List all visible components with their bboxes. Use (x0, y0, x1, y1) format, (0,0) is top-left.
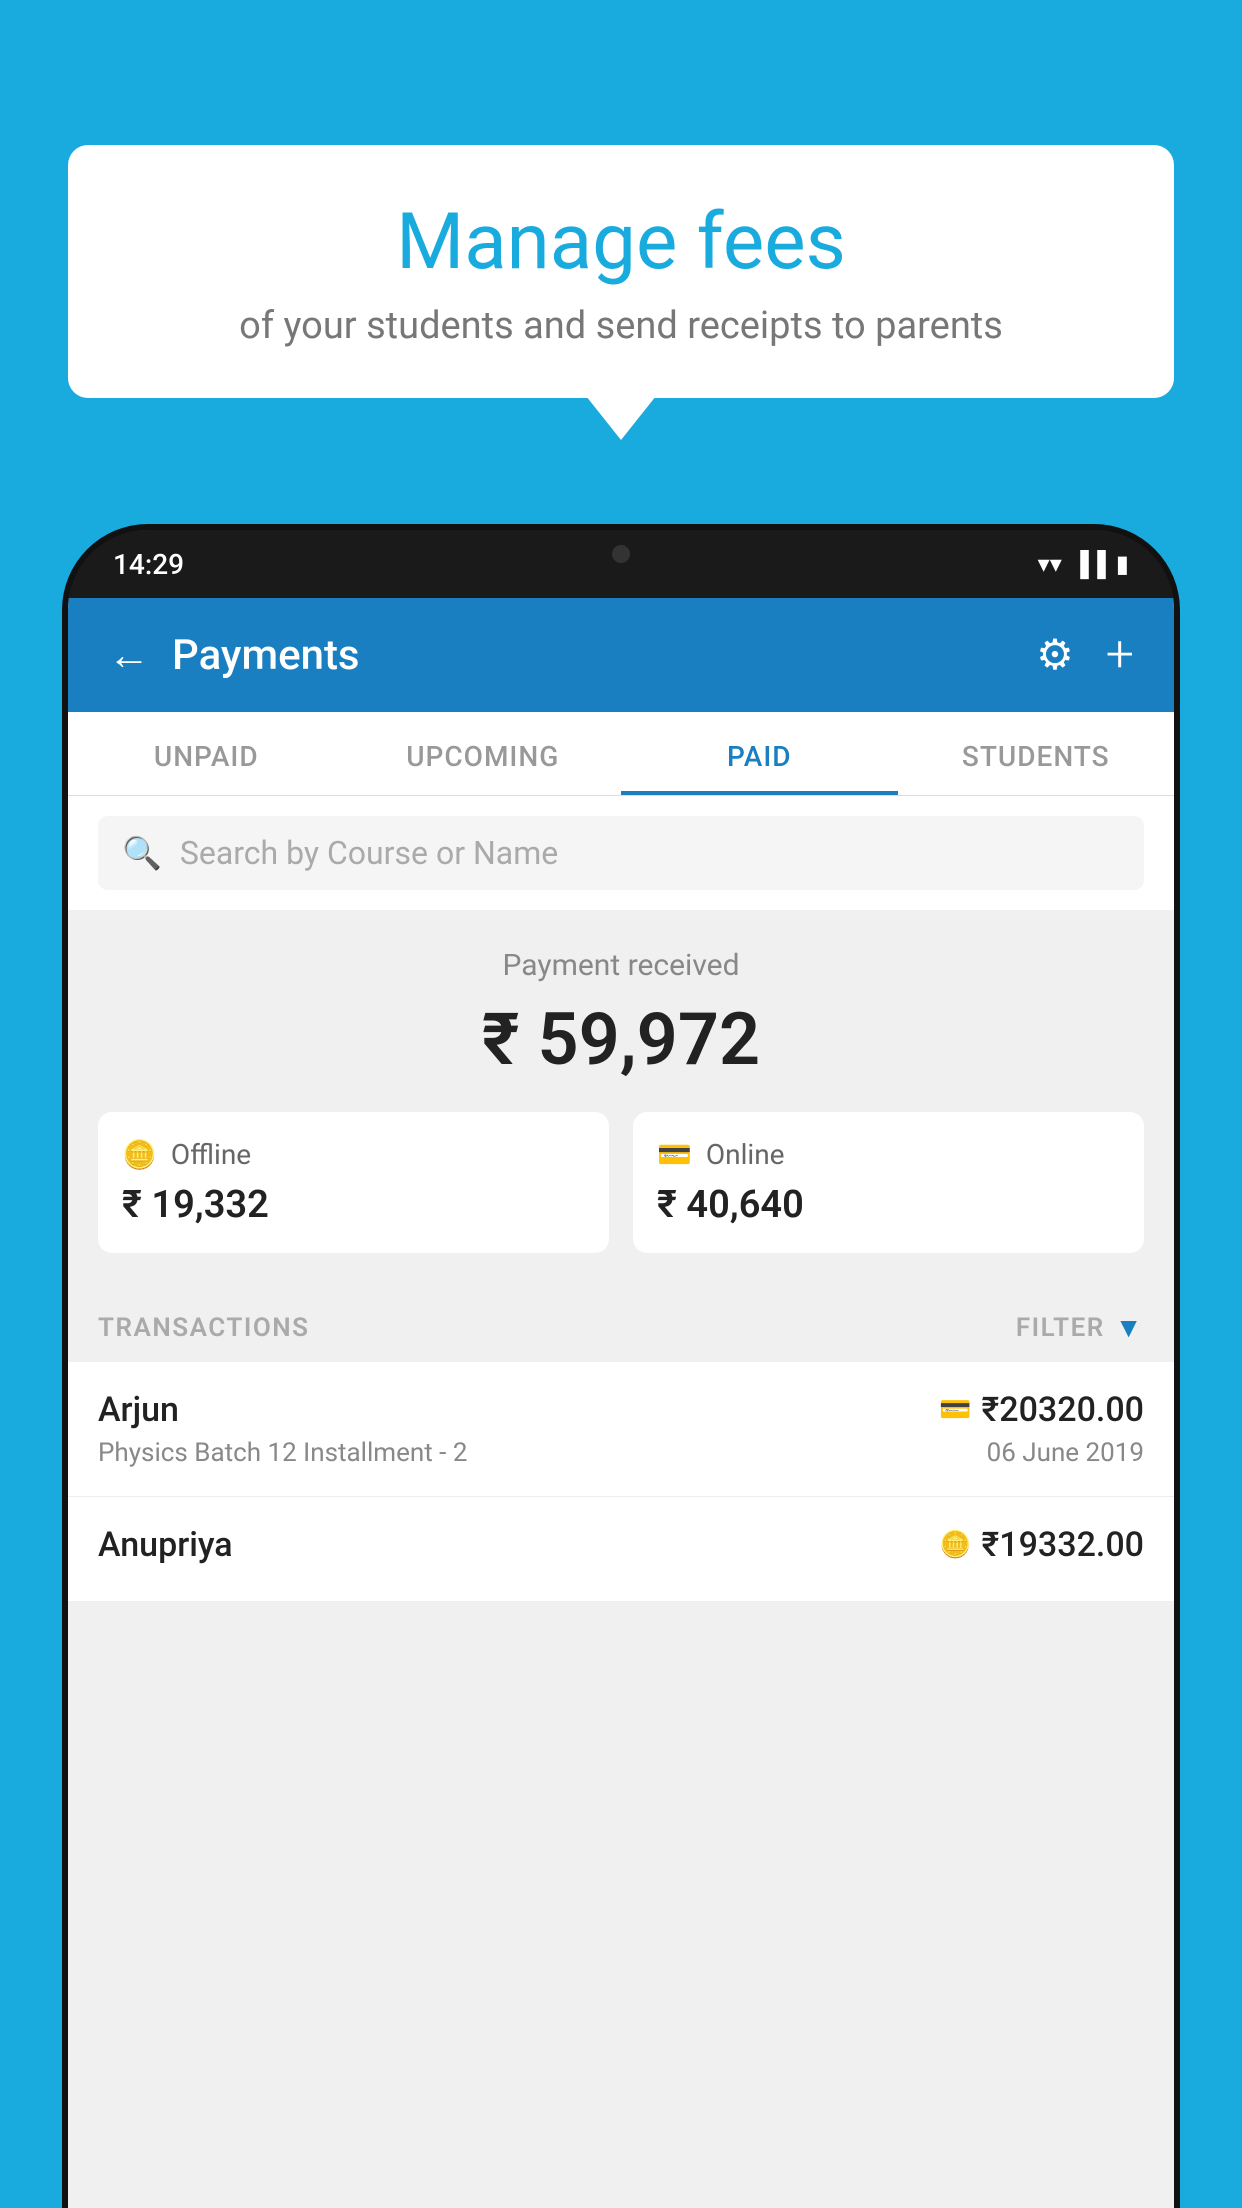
page-title: Payments (172, 631, 360, 680)
transactions-label: TRANSACTIONS (98, 1313, 310, 1343)
transaction-row[interactable]: Anupriya 🪙 ₹19332.00 (68, 1497, 1174, 1602)
offline-label: Offline (171, 1138, 251, 1171)
add-button[interactable]: + (1106, 626, 1134, 684)
offline-card: 🪙 Offline ₹ 19,332 (98, 1112, 609, 1253)
header-right: ⚙ + (1036, 626, 1134, 684)
battery-icon: ▮ (1116, 550, 1129, 578)
wifi-icon: ▾▾ (1038, 550, 1062, 578)
filter-icon: ▼ (1115, 1311, 1144, 1344)
transaction-row[interactable]: Arjun 💳 ₹20320.00 Physics Batch 12 Insta… (68, 1362, 1174, 1497)
card-icon: 💳 (939, 1395, 971, 1425)
course-info: Physics Batch 12 Installment - 2 (98, 1438, 467, 1468)
payment-summary: Payment received ₹ 59,972 🪙 Offline ₹ 19… (68, 910, 1174, 1283)
camera (612, 545, 630, 563)
tab-upcoming[interactable]: UPCOMING (345, 712, 622, 795)
speech-bubble: Manage fees of your students and send re… (68, 145, 1174, 398)
app-header: ← Payments ⚙ + (68, 598, 1174, 712)
settings-icon[interactable]: ⚙ (1036, 630, 1074, 680)
online-card: 💳 Online ₹ 40,640 (633, 1112, 1144, 1253)
transaction-top: Anupriya 🪙 ₹19332.00 (98, 1525, 1144, 1565)
online-amount: ₹ 40,640 (657, 1183, 1120, 1227)
tabs: UNPAID UPCOMING PAID STUDENTS (68, 712, 1174, 796)
notch (551, 530, 691, 578)
filter-button[interactable]: FILTER ▼ (1016, 1311, 1144, 1344)
date-info: 06 June 2019 (987, 1438, 1144, 1468)
tab-students[interactable]: STUDENTS (898, 712, 1175, 795)
offline-card-header: 🪙 Offline (122, 1138, 585, 1171)
transaction-top: Arjun 💳 ₹20320.00 (98, 1390, 1144, 1430)
student-name: Anupriya (98, 1525, 233, 1565)
header-left: ← Payments (108, 631, 360, 680)
online-card-header: 💳 Online (657, 1138, 1120, 1171)
amount-online: 💳 ₹20320.00 (939, 1390, 1144, 1430)
transactions-header: TRANSACTIONS FILTER ▼ (68, 1283, 1174, 1362)
bubble-subtitle: of your students and send receipts to pa… (128, 304, 1114, 348)
search-container: 🔍 Search by Course or Name (68, 796, 1174, 910)
online-label: Online (706, 1138, 785, 1171)
search-icon: 🔍 (122, 834, 162, 872)
search-box[interactable]: 🔍 Search by Course or Name (98, 816, 1144, 890)
total-amount: ₹ 59,972 (98, 997, 1144, 1082)
filter-label: FILTER (1016, 1313, 1105, 1343)
tab-unpaid[interactable]: UNPAID (68, 712, 345, 795)
transaction-amount: ₹20320.00 (982, 1390, 1144, 1430)
student-name: Arjun (98, 1390, 179, 1430)
signal-icon: ▐▐ (1072, 550, 1106, 579)
payment-received-label: Payment received (98, 948, 1144, 983)
search-input[interactable]: Search by Course or Name (180, 834, 558, 872)
offline-amount: ₹ 19,332 (122, 1183, 585, 1227)
status-bar: 14:29 ▾▾ ▐▐ ▮ (68, 530, 1174, 598)
transaction-amount: ₹19332.00 (982, 1525, 1144, 1565)
transaction-bottom: Physics Batch 12 Installment - 2 06 June… (98, 1438, 1144, 1468)
back-button[interactable]: ← (108, 631, 150, 680)
online-icon: 💳 (657, 1138, 692, 1171)
cash-icon: 🪙 (939, 1530, 971, 1560)
app-screen: ← Payments ⚙ + UNPAID UPCOMING PAID STUD… (68, 598, 1174, 2208)
status-time: 14:29 (113, 548, 184, 581)
speech-bubble-container: Manage fees of your students and send re… (68, 145, 1174, 398)
status-icons: ▾▾ ▐▐ ▮ (1038, 550, 1129, 579)
payment-cards: 🪙 Offline ₹ 19,332 💳 Online ₹ 40,640 (98, 1112, 1144, 1253)
tab-paid[interactable]: PAID (621, 712, 898, 795)
amount-offline: 🪙 ₹19332.00 (939, 1525, 1144, 1565)
bubble-title: Manage fees (128, 200, 1114, 286)
phone-frame: 14:29 ▾▾ ▐▐ ▮ ← Payments ⚙ + UNPAID (68, 530, 1174, 2208)
offline-icon: 🪙 (122, 1138, 157, 1171)
